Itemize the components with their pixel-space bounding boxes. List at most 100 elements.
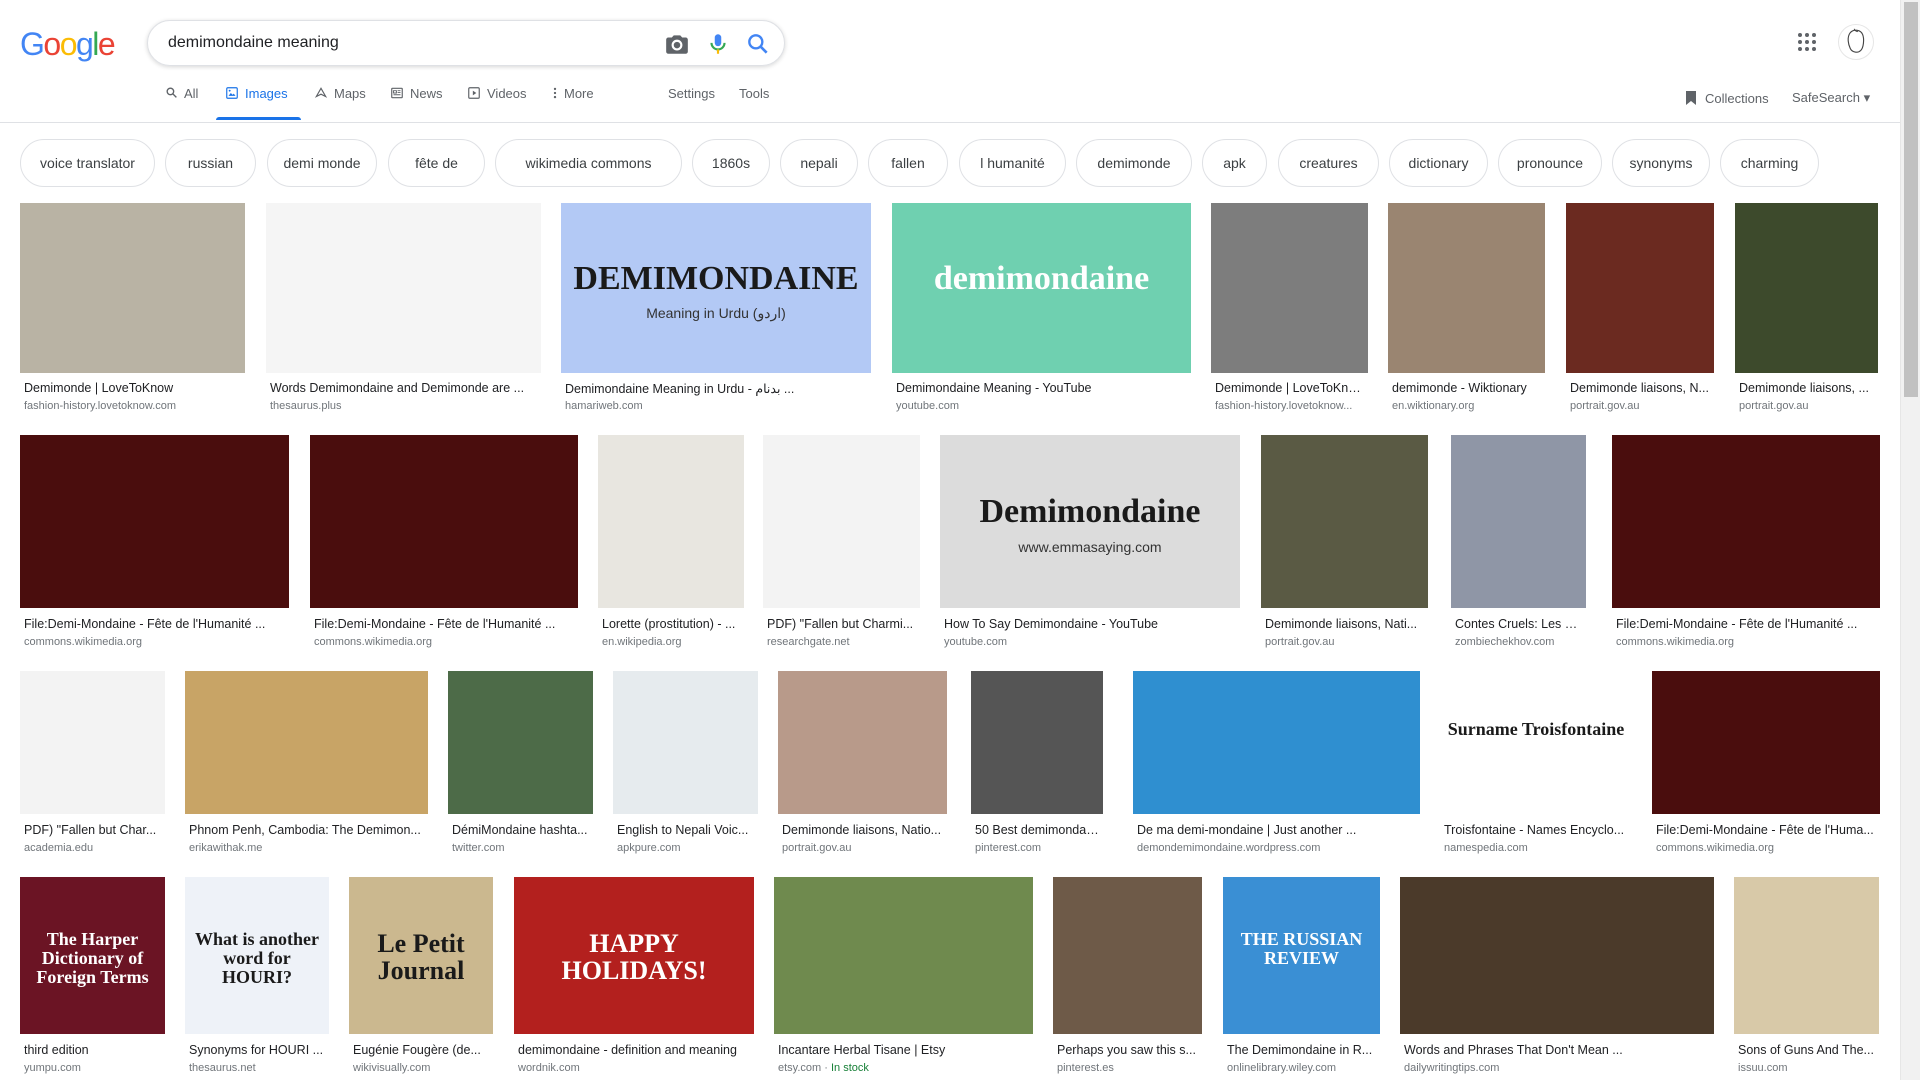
related-search-chip[interactable]: charming [1720,139,1819,187]
result-thumbnail[interactable] [20,671,165,814]
image-result[interactable]: The Harper Dictionary of Foreign Terms th… [20,877,165,1076]
result-title[interactable]: demimonde - Wiktionary [1392,381,1541,395]
result-title[interactable]: Synonyms for HOURI ... [189,1043,325,1057]
result-title[interactable]: De ma demi-mondaine | Just another ... [1137,823,1416,837]
result-thumbnail[interactable]: The Harper Dictionary of Foreign Terms [20,877,165,1034]
safesearch-dropdown[interactable]: SafeSearch ▾ [1792,90,1870,106]
image-result[interactable]: Sons of Guns And The... issuu.com [1734,877,1879,1076]
result-title[interactable]: PDF) "Fallen but Charmi... [767,617,916,631]
image-result[interactable]: File:Demi-Mondaine - Fête de l'Huma... co… [1652,671,1880,856]
image-result[interactable]: Demimondaine www.emmasaying.com How To Say… [940,435,1240,650]
image-result[interactable]: File:Demi-Mondaine - Fête de l'Humanité … [1612,435,1880,650]
result-thumbnail[interactable] [448,671,593,814]
result-thumbnail[interactable] [971,671,1103,814]
result-title[interactable]: Phnom Penh, Cambodia: The Demimon... [189,823,424,837]
result-thumbnail[interactable] [1261,435,1428,608]
image-result[interactable]: Demimonde | LoveToKnow fashion-history.lo… [20,203,245,414]
scrollbar[interactable] [1900,0,1920,1080]
search-box[interactable] [147,20,785,66]
result-thumbnail[interactable] [1388,203,1545,373]
result-title[interactable]: English to Nepali Voic... [617,823,754,837]
image-result[interactable]: Surname Troisfontaine Troisfontaine - Nam… [1440,671,1632,856]
result-title[interactable]: PDF) "Fallen but Char... [24,823,161,837]
result-title[interactable]: Demimonde | LoveToKnow [24,381,241,395]
tab-all[interactable]: All [165,86,198,122]
related-search-chip[interactable]: voice translator [20,139,155,187]
result-thumbnail[interactable] [1451,435,1586,608]
result-thumbnail[interactable] [1612,435,1880,608]
result-title[interactable]: Demimonde | LoveToKnow [1215,381,1364,395]
result-thumbnail[interactable] [1400,877,1714,1034]
image-result[interactable]: Lorette (prostitution) - ... en.wikipedia… [598,435,744,650]
result-thumbnail[interactable] [1566,203,1714,373]
tab-tools[interactable]: Tools [739,86,769,122]
result-title[interactable]: Words Demimondaine and Demimonde are ... [270,381,537,395]
result-thumbnail[interactable] [613,671,758,814]
image-result[interactable]: Demimonde liaisons, N... portrait.gov.au [1566,203,1714,414]
image-result[interactable]: PDF) "Fallen but Char... academia.edu [20,671,165,856]
result-thumbnail[interactable] [774,877,1033,1034]
related-search-chip[interactable]: nepali [780,139,858,187]
result-thumbnail[interactable]: Le Petit Journal [349,877,493,1034]
google-logo[interactable]: Google [20,26,116,63]
result-title[interactable]: How To Say Demimondaine - YouTube [944,617,1236,631]
result-thumbnail[interactable] [1053,877,1202,1034]
image-result[interactable]: DEMIMONDAINE Meaning in Urdu (اردو) Demimo… [561,203,871,414]
tab-more[interactable]: More [552,86,594,122]
image-result[interactable]: Demimonde liaisons, Nati... portrait.gov.… [1261,435,1428,650]
mic-icon[interactable] [705,31,731,57]
result-title[interactable]: Perhaps you saw this s... [1057,1043,1198,1057]
related-search-chip[interactable]: demi monde [267,139,377,187]
result-title[interactable]: The Demimondaine in R... [1227,1043,1376,1057]
result-thumbnail[interactable] [778,671,947,814]
image-result[interactable]: Demimonde liaisons, Natio... portrait.gov… [778,671,947,856]
search-icon[interactable] [745,31,771,57]
related-search-chip[interactable]: russian [165,139,256,187]
collections-link[interactable]: Collections [1685,90,1769,106]
image-result[interactable]: 50 Best demimondain... pinterest.com [971,671,1103,856]
image-result[interactable]: Contes Cruels: Les De... zombiechekhov.co… [1451,435,1586,650]
image-result[interactable]: PDF) "Fallen but Charmi... researchgate.n… [763,435,920,650]
image-result[interactable]: demimonde - Wiktionary en.wiktionary.org [1388,203,1545,414]
result-thumbnail[interactable] [1133,671,1420,814]
image-result[interactable]: English to Nepali Voic... apkpure.com [613,671,758,856]
result-thumbnail[interactable] [310,435,578,608]
result-title[interactable]: Words and Phrases That Don't Mean ... [1404,1043,1710,1057]
image-result[interactable]: DémiMondaine hashta... twitter.com [448,671,593,856]
result-title[interactable]: File:Demi-Mondaine - Fête de l'Huma... [1656,823,1876,837]
apps-grid-icon[interactable] [1795,30,1819,54]
result-title[interactable]: Eugénie Fougère (de... [353,1043,489,1057]
result-title[interactable]: File:Demi-Mondaine - Fête de l'Humanité … [314,617,574,631]
camera-icon[interactable] [664,31,690,57]
result-thumbnail[interactable] [185,671,428,814]
related-search-chip[interactable]: 1860s [692,139,770,187]
result-title[interactable]: third edition [24,1043,161,1057]
result-title[interactable]: File:Demi-Mondaine - Fête de l'Humanité … [24,617,285,631]
result-title[interactable]: Contes Cruels: Les De... [1455,617,1582,631]
result-title[interactable]: demimondaine - definition and meaning [518,1043,750,1057]
result-title[interactable]: File:Demi-Mondaine - Fête de l'Humanité … [1616,617,1876,631]
image-result[interactable]: Demimonde liaisons, ... portrait.gov.au [1735,203,1878,414]
result-thumbnail[interactable] [763,435,920,608]
related-search-chip[interactable]: fête de [388,139,485,187]
result-thumbnail[interactable]: Surname Troisfontaine [1440,671,1632,814]
avatar[interactable] [1838,24,1874,60]
result-title[interactable]: Demimondaine Meaning in Urdu - بدنام ... [565,381,867,396]
tab-news[interactable]: News [390,86,443,122]
tab-maps[interactable]: Maps [314,86,366,122]
related-search-chip[interactable]: dictionary [1389,139,1488,187]
result-title[interactable]: Incantare Herbal Tisane | Etsy [778,1043,1029,1057]
image-result[interactable]: demimondaine Demimondaine Meaning - YouTu… [892,203,1191,414]
result-title[interactable]: Demimondaine Meaning - YouTube [896,381,1187,395]
result-title[interactable]: Demimonde liaisons, Nati... [1265,617,1424,631]
image-result[interactable]: Words Demimondaine and Demimonde are ...… [266,203,541,414]
search-input[interactable] [168,33,638,53]
image-result[interactable]: Le Petit Journal Eugénie Fougère (de... wi… [349,877,493,1076]
result-thumbnail[interactable] [1652,671,1880,814]
result-thumbnail[interactable]: DEMIMONDAINE Meaning in Urdu (اردو) [561,203,871,373]
image-result[interactable]: Phnom Penh, Cambodia: The Demimon... erik… [185,671,428,856]
related-search-chip[interactable]: l humanité [959,139,1066,187]
result-title[interactable]: Demimonde liaisons, N... [1570,381,1710,395]
related-search-chip[interactable]: wikimedia commons [495,139,682,187]
result-thumbnail[interactable]: What is another word for HOURI? [185,877,329,1034]
